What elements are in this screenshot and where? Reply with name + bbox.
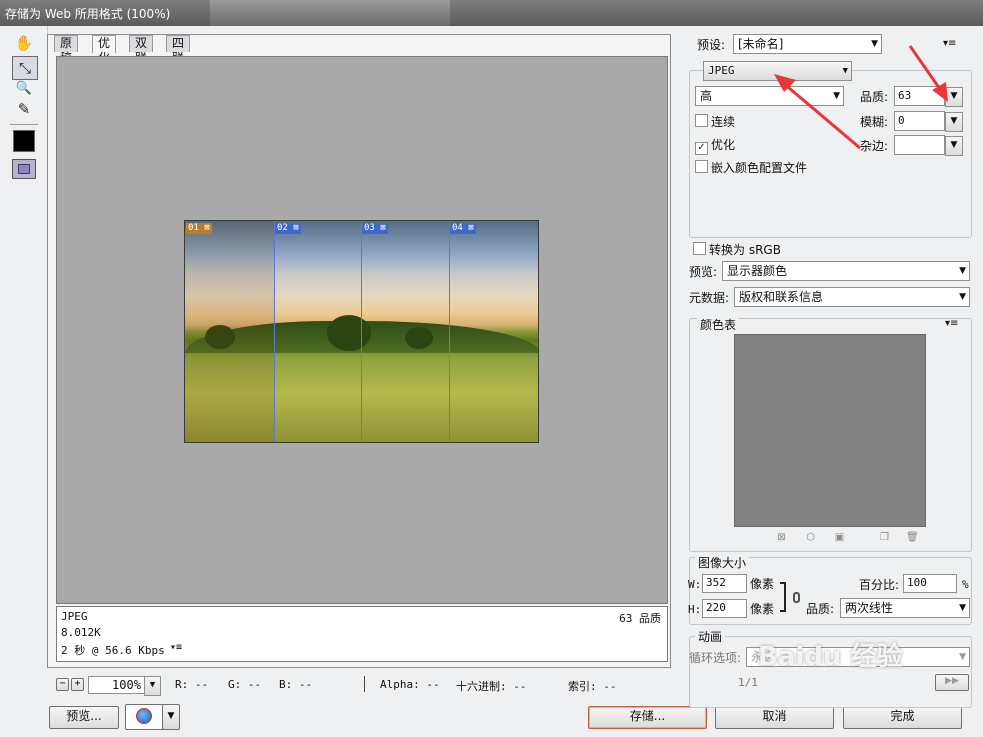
tab-optimized[interactable]: 优化 <box>92 35 117 65</box>
height-unit: 像素 <box>750 602 775 616</box>
annotation-arrows <box>774 45 948 150</box>
info-quality: 63 品质 <box>619 612 661 625</box>
preview-mode-select[interactable]: 显示器颜色 ▼ <box>722 261 970 281</box>
window-title-bar: 存储为 Web 所用格式 (100%) <box>0 0 983 26</box>
convert-srgb-checkbox[interactable]: 转换为 sRGB <box>693 242 781 257</box>
progressive-checkbox-box[interactable] <box>695 114 708 127</box>
optimization-info: JPEG 8.012K 2 秒 @ 56.6 Kbps ▾≡ 63 品质 <box>56 606 668 662</box>
eyedropper-icon[interactable]: ✎ <box>12 98 36 120</box>
color-table-swatches <box>734 334 926 527</box>
slice-line <box>449 221 450 442</box>
percent-label: 百分比: <box>859 578 900 592</box>
browser-icon <box>136 708 152 724</box>
info-format: JPEG <box>61 610 88 623</box>
slice-line <box>361 221 362 442</box>
height-input[interactable]: 220 <box>702 599 747 618</box>
lock-color-icon[interactable]: ▣ <box>834 532 845 543</box>
preview-button[interactable]: 预览... <box>49 706 119 729</box>
zoom-in-button[interactable]: + <box>71 678 84 691</box>
preview-image[interactable]: 01 ⊠ 02 ⊠ 03 ⊠ 04 ⊠ <box>184 220 539 443</box>
slice-select-icon[interactable]: ⤡ <box>12 56 38 80</box>
readout-g: G: -- <box>228 678 262 691</box>
readout-r: R: -- <box>175 678 209 691</box>
image-tree <box>405 327 433 349</box>
slice-line <box>274 221 275 442</box>
readout-alpha: Alpha: -- <box>380 678 440 691</box>
slice-label: 04 ⊠ <box>450 223 476 234</box>
optimized-checkbox-box[interactable]: ✓ <box>695 142 708 155</box>
tab-2-up[interactable]: 双联 <box>129 35 154 65</box>
tab-4-up[interactable]: 四联 <box>166 35 191 65</box>
percent-unit: % <box>962 578 969 591</box>
progressive-checkbox[interactable]: 连续 <box>695 114 735 129</box>
map-transparent-icon[interactable]: ⊠ <box>776 532 787 543</box>
metadata-select[interactable]: 版权和联系信息 ▼ <box>734 287 970 307</box>
toggle-slices-visibility-icon[interactable] <box>12 159 36 179</box>
percent-input[interactable]: 100 <box>903 574 957 593</box>
web-snap-icon[interactable]: ⬡ <box>805 532 816 543</box>
status-bar: − + 100% ▼ R: -- G: -- B: -- Alpha: -- 十六… <box>48 674 688 696</box>
selected-slice[interactable] <box>185 221 275 442</box>
preview-mode-label: 预览: <box>689 265 718 279</box>
next-frame-button[interactable]: ▶▶ <box>935 674 969 691</box>
arrow-to-format-line <box>781 80 861 150</box>
title-bar-shade <box>210 0 450 26</box>
constrain-proportions-link-icon[interactable] <box>793 592 800 603</box>
eyedropper-color-swatch[interactable] <box>13 130 35 152</box>
browser-preview-button[interactable] <box>125 704 165 730</box>
delete-color-icon[interactable]: 🗑 <box>906 532 919 543</box>
slice-label: 02 ⊠ <box>275 223 301 234</box>
width-input[interactable]: 352 <box>702 574 747 593</box>
optimized-checkbox[interactable]: ✓ 优化 <box>695 138 735 155</box>
metadata-label: 元数据: <box>689 291 730 305</box>
width-label: W: <box>688 578 702 591</box>
info-file-size: 8.012K <box>61 626 101 639</box>
arrow-to-quality-head <box>932 82 948 102</box>
color-table-menu-icon[interactable]: ▾≡ <box>945 318 958 329</box>
readout-b: B: -- <box>279 678 313 691</box>
embed-profile-checkbox-box[interactable] <box>695 160 708 173</box>
resample-quality-label: 品质: <box>806 602 835 616</box>
zoom-out-button[interactable]: − <box>56 678 69 691</box>
color-table-title: 颜色表 <box>697 318 740 332</box>
arrow-to-quality-line <box>908 45 944 93</box>
new-color-icon[interactable]: ❐ <box>879 532 890 543</box>
window-title: 存储为 Web 所用格式 (100%) <box>5 7 171 21</box>
loop-options-label: 循环选项: <box>689 651 742 665</box>
readout-hex: 十六进制: -- <box>456 680 527 693</box>
zoom-level-select[interactable]: 100% ▼ <box>88 676 161 696</box>
zoom-icon[interactable]: 🔍 <box>12 78 36 100</box>
frame-counter: 1/1 <box>738 676 758 689</box>
download-speed-menu-icon[interactable]: ▾≡ <box>170 642 182 653</box>
hand-icon[interactable]: ✋ <box>12 32 36 54</box>
watermark: Baidu 经验 <box>758 642 903 672</box>
tool-strip: ✋ ⤡ 🔍 ✎ <box>0 26 48 668</box>
slices-glyph-icon <box>18 164 30 174</box>
preset-label: 预设: <box>697 38 726 52</box>
browser-select-dropdown[interactable]: ▼ <box>162 704 180 730</box>
slice-label: 01 ⊠ <box>186 223 212 234</box>
image-tree <box>327 315 371 351</box>
constrain-bracket <box>780 582 786 612</box>
slice-label: 03 ⊠ <box>362 223 388 234</box>
image-size-title: 图像大小 <box>695 556 750 570</box>
height-label: H: <box>688 603 702 616</box>
embed-color-profile-checkbox[interactable]: 嵌入颜色配置文件 <box>695 160 807 175</box>
resample-quality-select[interactable]: 两次线性 ▼ <box>840 598 970 618</box>
tab-original[interactable]: 原稿 <box>54 35 79 65</box>
animation-title: 动画 <box>695 630 726 644</box>
tool-divider <box>10 124 38 125</box>
width-unit: 像素 <box>750 577 775 591</box>
readout-divider <box>364 676 365 692</box>
readout-index: 索引: -- <box>568 680 617 693</box>
info-download-time: 2 秒 @ 56.6 Kbps <box>61 644 165 657</box>
convert-srgb-checkbox-box[interactable] <box>693 242 706 255</box>
